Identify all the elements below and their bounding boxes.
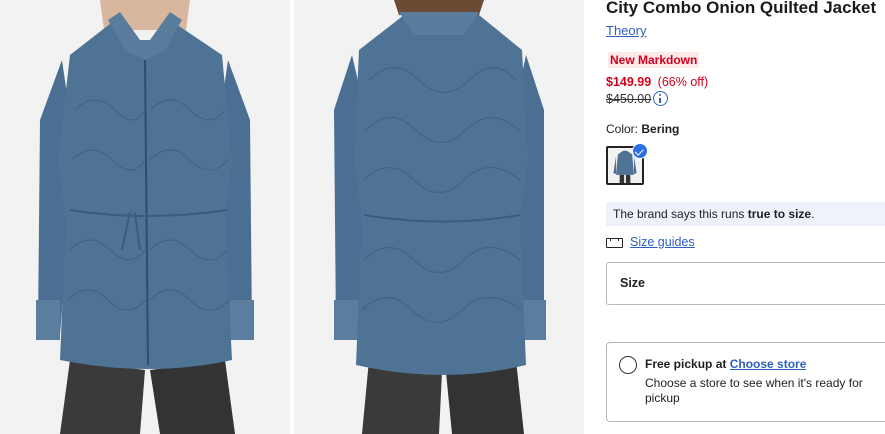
- price-row: $149.99 (66% off): [606, 75, 708, 89]
- size-guides-link[interactable]: Size guides: [630, 235, 695, 249]
- size-selector[interactable]: Size: [606, 262, 885, 305]
- pickup-option[interactable]: Free pickup at Choose store Choose a sto…: [606, 342, 885, 422]
- info-icon[interactable]: [653, 91, 669, 106]
- sale-price: $149.99: [606, 75, 652, 89]
- pickup-title: Free pickup at Choose store: [645, 357, 806, 371]
- product-image-front[interactable]: [0, 0, 290, 434]
- product-title: City Combo Onion Quilted Jacket: [606, 0, 877, 17]
- original-price: $450.00: [606, 91, 652, 106]
- color-label-text: Color:: [606, 122, 639, 136]
- check-icon: [632, 143, 648, 159]
- fit-note-emphasis: true to size: [747, 207, 812, 221]
- size-selector-label: Size: [620, 276, 646, 290]
- fit-note: The brand says this runs true to size.: [606, 202, 885, 226]
- choose-store-link[interactable]: Choose store: [730, 357, 807, 371]
- size-guides[interactable]: Size guides: [606, 235, 695, 249]
- new-markdown-badge: New Markdown: [608, 52, 700, 68]
- color-value: Bering: [641, 122, 680, 136]
- brand-link[interactable]: Theory: [606, 23, 646, 38]
- jacket-front-illustration: [0, 0, 290, 434]
- color-label: Color: Bering: [606, 122, 679, 136]
- fit-note-prefix: The brand says this runs: [613, 207, 748, 221]
- pickup-description: Choose a store to see when it's ready fo…: [645, 376, 863, 405]
- fit-note-suffix: .: [811, 207, 815, 221]
- ruler-icon: [606, 236, 624, 248]
- jacket-back-illustration: [294, 0, 584, 434]
- pickup-title-prefix: Free pickup at: [645, 357, 730, 371]
- discount-percent: (66% off): [657, 75, 709, 89]
- radio-icon[interactable]: [619, 356, 637, 374]
- product-image-back[interactable]: [294, 0, 584, 434]
- original-price-row: $450.00: [606, 91, 669, 106]
